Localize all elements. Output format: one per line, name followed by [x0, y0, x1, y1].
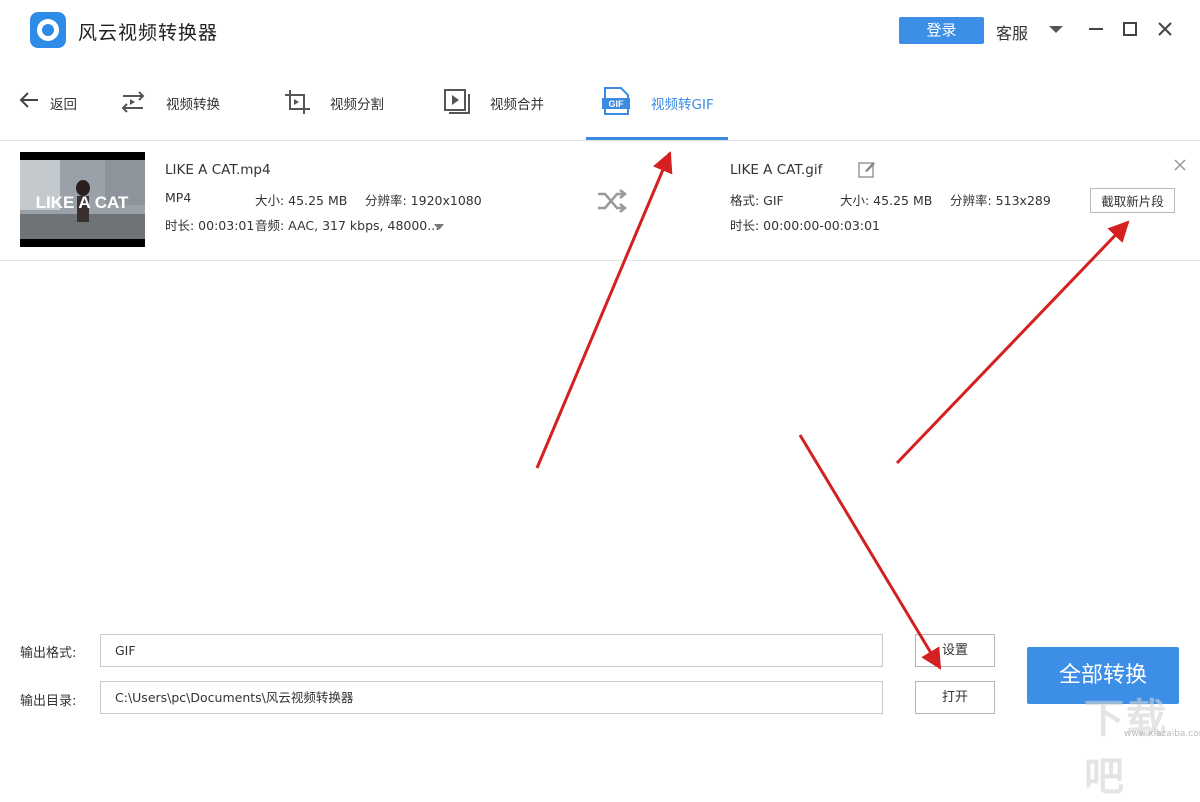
output-format-field[interactable]: GIF	[100, 634, 883, 667]
app-title: 风云视频转换器	[78, 22, 219, 44]
output-dir-label: 输出目录:	[20, 694, 77, 709]
svg-text:GIF: GIF	[609, 99, 625, 109]
video-thumbnail[interactable]: LIKE A CAT	[20, 152, 145, 247]
output-dir-field[interactable]: C:\Users\pc\Documents\风云视频转换器	[100, 681, 883, 714]
close-window-icon[interactable]	[1154, 18, 1176, 40]
tab-video-split-label: 视频分割	[330, 97, 384, 113]
login-button[interactable]: 登录	[899, 17, 984, 44]
source-audio: 音频: AAC, 317 kbps, 48000...	[255, 218, 440, 233]
app-logo-icon	[30, 12, 66, 48]
source-size: 大小: 45.25 MB	[255, 193, 348, 208]
edit-filename-icon[interactable]	[858, 160, 876, 182]
video-convert-icon	[118, 88, 148, 120]
tab-video-merge-label: 视频合并	[490, 97, 544, 113]
video-merge-icon	[443, 88, 473, 120]
tab-video-to-gif[interactable]: GIF 视频转GIF	[600, 60, 725, 140]
tab-video-convert[interactable]: 视频转换	[118, 60, 238, 140]
settings-button[interactable]: 设置	[915, 634, 995, 667]
tab-video-to-gif-label: 视频转GIF	[651, 97, 714, 113]
remove-item-icon[interactable]	[1173, 157, 1187, 171]
site-watermark-url: www.xiazaiba.com	[1124, 729, 1200, 739]
output-duration: 时长: 00:00:00-00:03:01	[730, 218, 880, 233]
source-format: MP4	[165, 190, 192, 205]
thumbnail-overlay-text: LIKE A CAT	[36, 193, 129, 212]
open-folder-button[interactable]: 打开	[915, 681, 995, 714]
source-resolution: 分辨率: 1920x1080	[365, 193, 482, 208]
source-filename: LIKE A CAT.mp4	[165, 162, 271, 178]
output-size: 大小: 45.25 MB	[840, 193, 933, 208]
output-filename: LIKE A CAT.gif	[730, 162, 823, 178]
maximize-icon[interactable]	[1119, 18, 1141, 40]
shuffle-convert-icon	[596, 186, 628, 220]
audio-dropdown-icon[interactable]	[433, 217, 445, 236]
gif-file-icon: GIF	[602, 86, 630, 120]
minimize-icon[interactable]	[1085, 18, 1107, 40]
video-crop-icon	[283, 88, 313, 120]
tab-video-merge[interactable]: 视频合并	[443, 60, 563, 140]
customer-service-link[interactable]: 客服	[996, 20, 1028, 44]
tab-video-convert-label: 视频转换	[166, 97, 220, 113]
dropdown-menu-icon[interactable]	[1045, 18, 1067, 40]
back-arrow-icon	[18, 90, 40, 114]
clip-new-segment-button[interactable]: 截取新片段	[1090, 188, 1175, 213]
tab-video-split[interactable]: 视频分割	[283, 60, 403, 140]
output-resolution: 分辨率: 513x289	[950, 193, 1051, 208]
tab-back[interactable]: 返回	[18, 60, 88, 140]
tab-bar: 返回 视频转换 视频分割 视频合并 GIF 视频转GIF	[0, 60, 1200, 141]
tab-back-label: 返回	[50, 97, 77, 113]
source-duration: 时长: 00:03:01	[165, 218, 255, 233]
output-format: 格式: GIF	[730, 193, 784, 208]
site-watermark: 下载吧	[1084, 696, 1168, 800]
output-format-label: 输出格式:	[20, 646, 77, 661]
